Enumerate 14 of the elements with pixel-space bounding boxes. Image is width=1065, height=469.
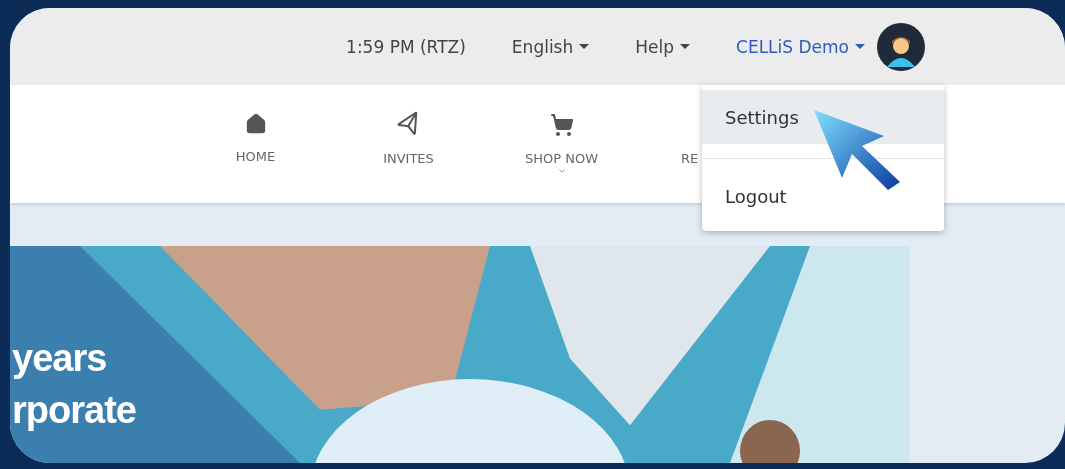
user-menu-dropdown[interactable]: CELLiS Demo	[736, 36, 865, 57]
home-icon	[244, 113, 267, 135]
time-text: 1:59 PM (RTZ)	[346, 36, 466, 57]
menu-dropdown[interactable]: Help	[635, 36, 690, 57]
cart-icon	[549, 113, 574, 137]
menu-item[interactable]: Settings	[702, 90, 944, 144]
menu-item[interactable]: Logout	[702, 169, 944, 223]
nav-link[interactable]: SHOP NOW	[485, 85, 638, 203]
nav-link[interactable]: INVITES	[332, 85, 485, 203]
banner-text: rporate	[12, 388, 136, 433]
nav-link[interactable]: HOME	[179, 85, 332, 203]
menu-dropdown[interactable]: English	[511, 36, 590, 57]
avatar-icon[interactable]	[877, 22, 925, 71]
banner-text: years	[12, 336, 108, 381]
